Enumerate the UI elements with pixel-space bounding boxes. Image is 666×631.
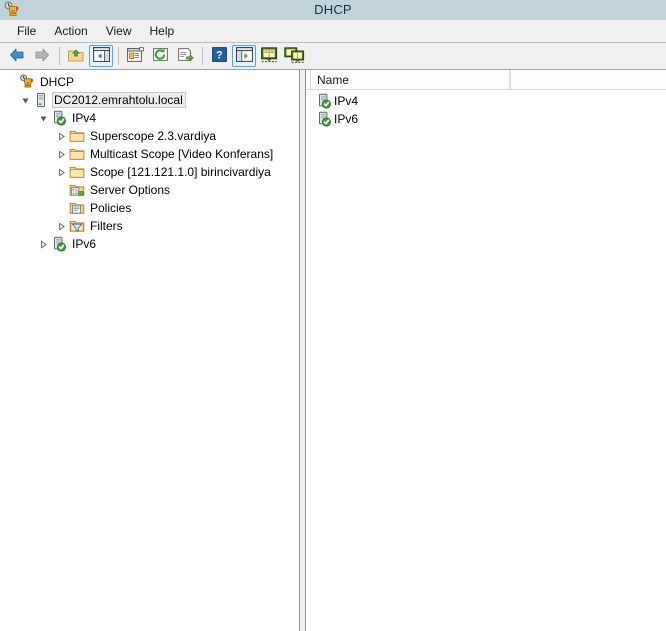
server-options-icon xyxy=(68,182,85,199)
menu-action[interactable]: Action xyxy=(45,22,96,40)
console-body: DHCP DC2012.emrahtolu.local IPv4 Supersc… xyxy=(0,70,666,631)
results-pane: Name IPv4 IPv6 xyxy=(306,70,666,631)
window-title: DHCP xyxy=(314,2,352,17)
manage-servers-button[interactable] xyxy=(282,45,306,67)
tree-expander-placeholder xyxy=(54,199,68,217)
two-monitors-icon xyxy=(283,46,305,66)
pane-splitter[interactable] xyxy=(299,70,306,631)
forward-button[interactable] xyxy=(30,45,54,67)
tree-item-ipv4[interactable]: IPv4 xyxy=(0,109,299,127)
toolbar-separator xyxy=(202,47,203,65)
show-hide-console-tree-button[interactable] xyxy=(89,45,113,67)
dhcp-console-window: DHCP File Action View Help ? DHCP DC2012… xyxy=(0,0,666,631)
server-icon xyxy=(32,92,49,109)
question-mark-icon: ? xyxy=(211,47,227,65)
tree-item-dhcp[interactable]: DHCP xyxy=(0,73,299,91)
tree-item-label: Multicast Scope [Video Konferans] xyxy=(90,147,274,161)
tree-item-label: Filters xyxy=(90,219,123,233)
server-ok-icon xyxy=(315,93,332,110)
tree-item-label: Superscope 2.3.vardiya xyxy=(90,129,217,143)
menu-file[interactable]: File xyxy=(8,22,45,40)
tree-item-label: DHCP xyxy=(40,75,75,89)
tree-item-multicast-scope-video-konferans[interactable]: Multicast Scope [Video Konferans] xyxy=(0,145,299,163)
tree-item-label: IPv4 xyxy=(72,111,97,125)
tree-item-server-options[interactable]: Server Options xyxy=(0,181,299,199)
tree-item-label: IPv6 xyxy=(72,237,97,251)
tree-item-label: Scope [121.121.1.0] birincivardiya xyxy=(90,165,271,179)
up-one-level-button[interactable] xyxy=(64,45,88,67)
tree-expander-expand[interactable] xyxy=(54,217,68,235)
server-ok-icon xyxy=(50,236,67,253)
tree-item-superscope-2-3-vardiya[interactable]: Superscope 2.3.vardiya xyxy=(0,127,299,145)
tree-item-policies[interactable]: Policies xyxy=(0,199,299,217)
add-server-button[interactable] xyxy=(257,45,281,67)
menu-help[interactable]: Help xyxy=(141,22,184,40)
tree-expander-placeholder xyxy=(54,181,68,199)
list-item-ipv6[interactable]: IPv6 xyxy=(306,110,666,128)
refresh-icon xyxy=(152,47,169,65)
refresh-button[interactable] xyxy=(148,45,172,67)
tree-item-scope-121-121-1-0-birincivardiya[interactable]: Scope [121.121.1.0] birincivardiya xyxy=(0,163,299,181)
list-item-label: IPv4 xyxy=(334,94,359,108)
menu-view[interactable]: View xyxy=(97,22,141,40)
toolbar-separator xyxy=(59,47,60,65)
title-bar: DHCP xyxy=(0,0,666,20)
tree-item-label: DC2012.emrahtolu.local xyxy=(52,92,186,108)
policies-icon xyxy=(68,200,85,217)
properties-icon xyxy=(126,47,144,65)
export-list-button[interactable] xyxy=(173,45,197,67)
tree-expander-expand[interactable] xyxy=(54,145,68,163)
arrow-right-icon xyxy=(33,47,51,66)
tree-item-label: Server Options xyxy=(90,183,171,197)
server-ok-icon xyxy=(50,110,67,127)
menu-bar: File Action View Help xyxy=(0,20,666,43)
list-item-ipv4[interactable]: IPv4 xyxy=(306,92,666,110)
dhcp-root-icon xyxy=(18,74,35,91)
monitor-book-icon xyxy=(260,46,279,66)
export-list-icon xyxy=(177,47,194,65)
show-hide-action-pane-button[interactable] xyxy=(232,45,256,67)
properties-button[interactable] xyxy=(123,45,147,67)
tree-expander-expand[interactable] xyxy=(54,163,68,181)
tree-item-label: Policies xyxy=(90,201,132,215)
action-pane-icon xyxy=(235,47,253,65)
tree-expander-collapse[interactable] xyxy=(18,91,32,109)
server-ok-icon xyxy=(315,111,332,128)
tree-expander-expand[interactable] xyxy=(36,235,50,253)
arrow-left-icon xyxy=(8,47,26,66)
column-header-name[interactable]: Name xyxy=(310,70,510,89)
column-header-filler xyxy=(510,70,666,89)
tree-item-filters[interactable]: Filters xyxy=(0,217,299,235)
tree-expander-expand[interactable] xyxy=(54,127,68,145)
filter-icon xyxy=(68,218,85,235)
tree-expander-collapse[interactable] xyxy=(36,109,50,127)
list-item-label: IPv6 xyxy=(334,112,359,126)
folder-icon xyxy=(68,128,85,145)
toolbar-separator xyxy=(118,47,119,65)
list-body[interactable]: IPv4 IPv6 xyxy=(306,90,666,631)
tree-expander-placeholder xyxy=(4,73,18,91)
tree-item-dc2012-emrahtolu-local[interactable]: DC2012.emrahtolu.local xyxy=(0,91,299,109)
console-tree-icon xyxy=(92,47,110,65)
back-button[interactable] xyxy=(5,45,29,67)
help-button[interactable]: ? xyxy=(207,45,231,67)
folder-icon xyxy=(68,164,85,181)
list-header: Name xyxy=(306,70,666,90)
folder-up-icon xyxy=(67,47,85,66)
folder-icon xyxy=(68,146,85,163)
toolbar: ? xyxy=(0,43,666,70)
tree-item-ipv6[interactable]: IPv6 xyxy=(0,235,299,253)
console-tree-pane[interactable]: DHCP DC2012.emrahtolu.local IPv4 Supersc… xyxy=(0,70,299,631)
svg-text:?: ? xyxy=(216,49,223,61)
